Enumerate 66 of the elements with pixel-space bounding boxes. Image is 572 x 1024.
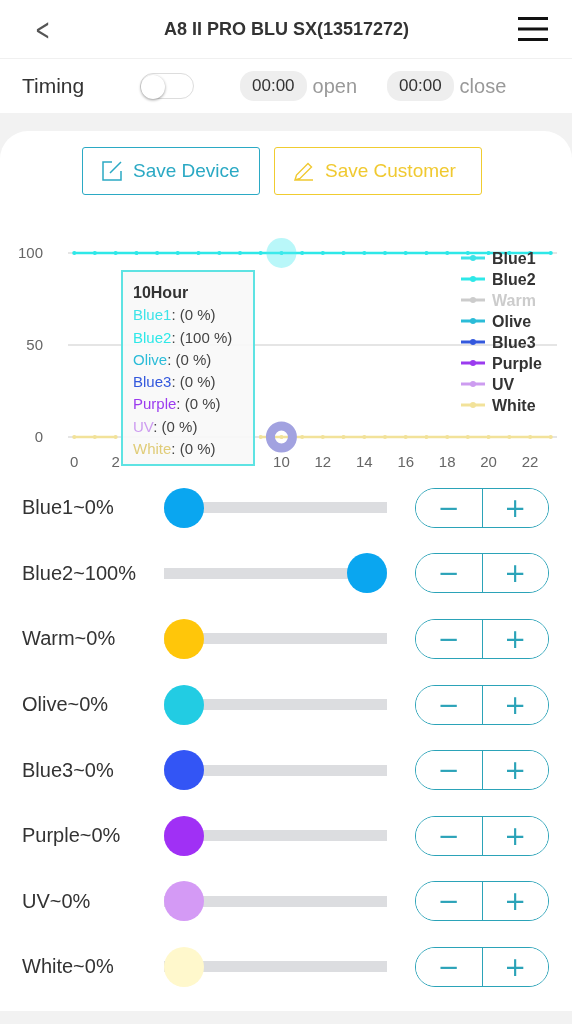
time-field[interactable]: 00:00 — [387, 71, 454, 101]
slider-thumb[interactable] — [164, 487, 204, 528]
minus-button[interactable]: − — [416, 751, 483, 790]
pencil-icon — [293, 160, 315, 182]
minus-button[interactable]: − — [416, 947, 483, 986]
tooltip-row-text: Purple: (0 %) — [133, 394, 222, 415]
axis-label: 12 — [314, 453, 332, 470]
axis-label: 22 — [521, 453, 539, 470]
page-title: A8 II PRO BLU SX(13517272) — [164, 18, 410, 40]
channel-label: UV~0% — [22, 889, 92, 913]
back-button[interactable]: < — [35, 11, 51, 47]
slider-thumb[interactable] — [164, 684, 204, 725]
tooltip-row-text: UV: (0 %) — [133, 416, 199, 437]
minus-button[interactable]: − — [416, 685, 483, 724]
legend-label[interactable]: Blue3 — [492, 334, 536, 351]
channel-label: Blue2~100% — [22, 561, 137, 585]
save-customer-button[interactable]: Save Customer — [274, 147, 482, 195]
slider-thumb[interactable] — [164, 946, 204, 987]
close-label: close — [459, 74, 507, 98]
tooltip-row-text: Blue3: (0 %) — [133, 372, 217, 393]
slider-thumb[interactable] — [164, 619, 204, 659]
edit-box-icon — [101, 160, 123, 182]
minus-button[interactable]: − — [416, 882, 483, 921]
axis-label: 50 — [26, 336, 43, 353]
legend-label[interactable]: White — [492, 397, 536, 414]
channel-label: White~0% — [22, 955, 115, 979]
slider-thumb[interactable] — [164, 750, 204, 791]
tooltip-row-text: White: (0 %) — [133, 439, 217, 460]
minus-button[interactable]: − — [416, 620, 483, 658]
channel-label: Olive~0% — [22, 693, 110, 717]
axis-label: 2 — [111, 453, 120, 470]
axis-label: 100 — [17, 244, 43, 261]
legend-label[interactable]: Olive — [492, 313, 532, 330]
axis-label: 10 — [273, 453, 290, 470]
timing-switch[interactable] — [140, 73, 194, 99]
time-field[interactable]: 00:00 — [240, 71, 307, 101]
menu-icon[interactable] — [518, 17, 548, 41]
legend-label[interactable]: Blue2 — [492, 271, 536, 288]
tooltip-row-text: Blue2: (100 %) — [133, 327, 234, 348]
axis-label: 0 — [70, 453, 79, 470]
axis-label: 14 — [355, 453, 373, 470]
channel-label: Purple~0% — [22, 824, 122, 848]
highlight-marker — [265, 421, 297, 453]
save-device-button[interactable]: Save Device — [82, 147, 260, 195]
timing-label: Timing — [22, 74, 86, 98]
channel-label: Warm~0% — [22, 627, 117, 651]
channel-label: Blue3~0% — [22, 758, 115, 782]
axis-label: 16 — [397, 453, 415, 470]
open-label: open — [312, 74, 358, 98]
channel-label: Blue1~0% — [22, 496, 115, 520]
minus-button[interactable]: − — [416, 554, 483, 593]
axis-label: 0 — [34, 428, 43, 445]
tooltip-row-text: Olive: (0 %) — [133, 349, 213, 370]
tooltip-title: 10Hour — [133, 283, 190, 303]
axis-label: 18 — [438, 453, 456, 470]
slider-thumb[interactable] — [164, 881, 204, 922]
legend-label[interactable]: UV — [492, 376, 515, 393]
slider-thumb[interactable] — [164, 815, 204, 856]
tooltip-row-text: Blue1: (0 %) — [133, 305, 217, 326]
legend-label[interactable]: Purple — [492, 355, 542, 372]
minus-button[interactable]: − — [416, 816, 483, 855]
legend-label[interactable]: Blue1 — [492, 250, 536, 267]
slider-thumb[interactable] — [347, 553, 387, 594]
highlight-marker — [266, 238, 297, 268]
axis-label: 20 — [480, 453, 497, 470]
minus-button[interactable]: − — [416, 488, 483, 527]
